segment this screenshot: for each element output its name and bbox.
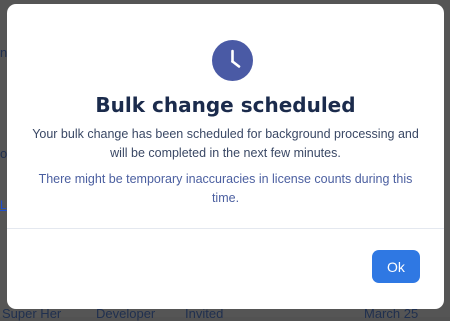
background-link-fragment: L: [0, 198, 7, 212]
ok-button[interactable]: Ok: [372, 250, 420, 283]
clock-icon: [212, 40, 253, 81]
dialog-message: Your bulk change has been scheduled for …: [32, 127, 419, 160]
dialog-divider: [7, 228, 444, 229]
dialog-title: Bulk change scheduled: [95, 93, 356, 117]
bulk-change-dialog: Bulk change scheduled Your bulk change h…: [7, 4, 444, 309]
dialog-note: There might be temporary inaccuracies in…: [38, 172, 413, 205]
